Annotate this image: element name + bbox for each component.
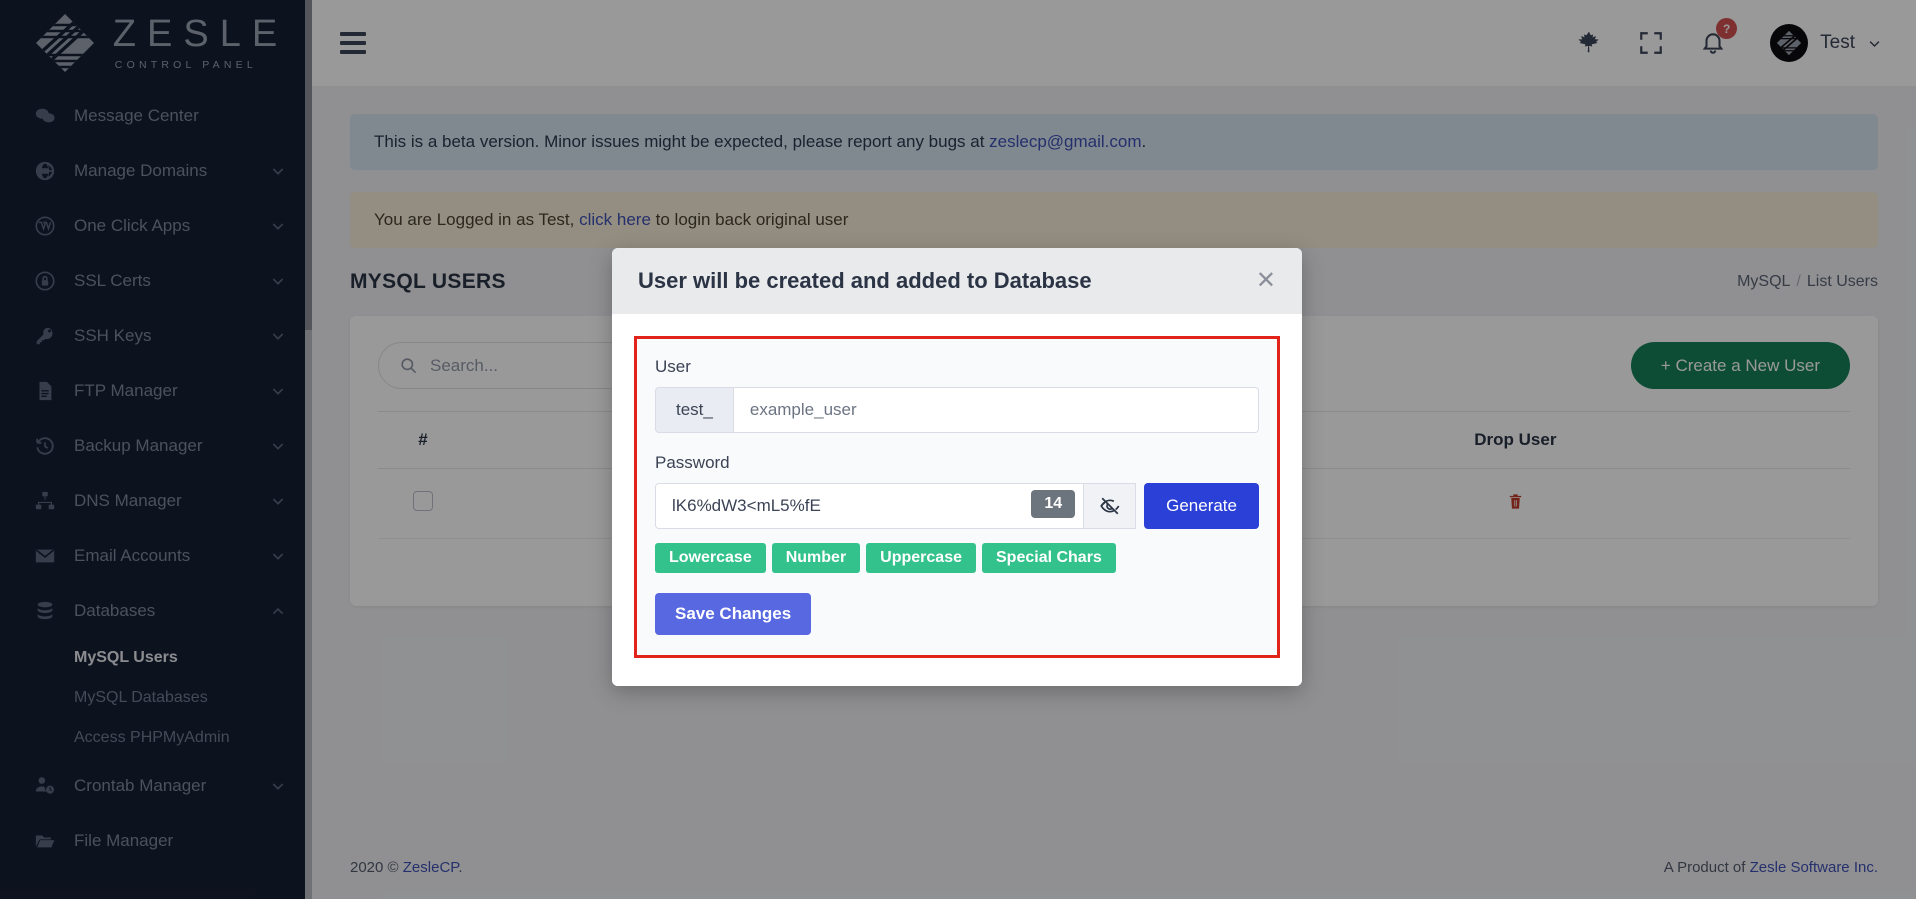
app-root: ZESLE CONTROL PANEL Message Center Manag… [0, 0, 1916, 899]
generate-password-button[interactable]: Generate [1144, 483, 1259, 529]
chip-uppercase[interactable]: Uppercase [866, 543, 976, 573]
chip-lowercase[interactable]: Lowercase [655, 543, 766, 573]
password-input-group: 14 Generate [655, 483, 1259, 529]
password-input-wrap: 14 [655, 483, 1085, 529]
password-length-badge: 14 [1031, 490, 1076, 518]
chip-special-chars[interactable]: Special Chars [982, 543, 1116, 573]
modal-title: User will be created and added to Databa… [638, 268, 1092, 293]
password-input[interactable] [656, 484, 1084, 528]
user-input-group: test_ [655, 387, 1259, 433]
eye-slash-icon[interactable] [1084, 483, 1137, 529]
create-user-modal: User will be created and added to Databa… [612, 248, 1302, 686]
password-option-chips: Lowercase Number Uppercase Special Chars [655, 543, 1259, 573]
highlighted-form-region: User test_ Password 14 [634, 336, 1280, 658]
save-changes-button[interactable]: Save Changes [655, 593, 812, 635]
user-name-input[interactable] [732, 387, 1259, 433]
password-field-label: Password [655, 453, 730, 472]
user-field-label: User [655, 357, 691, 376]
chip-number[interactable]: Number [771, 543, 861, 573]
modal-header: User will be created and added to Databa… [612, 248, 1302, 314]
close-icon[interactable]: ✕ [1256, 269, 1276, 293]
user-prefix-addon: test_ [655, 387, 733, 433]
modal-body: User test_ Password 14 [612, 314, 1302, 686]
